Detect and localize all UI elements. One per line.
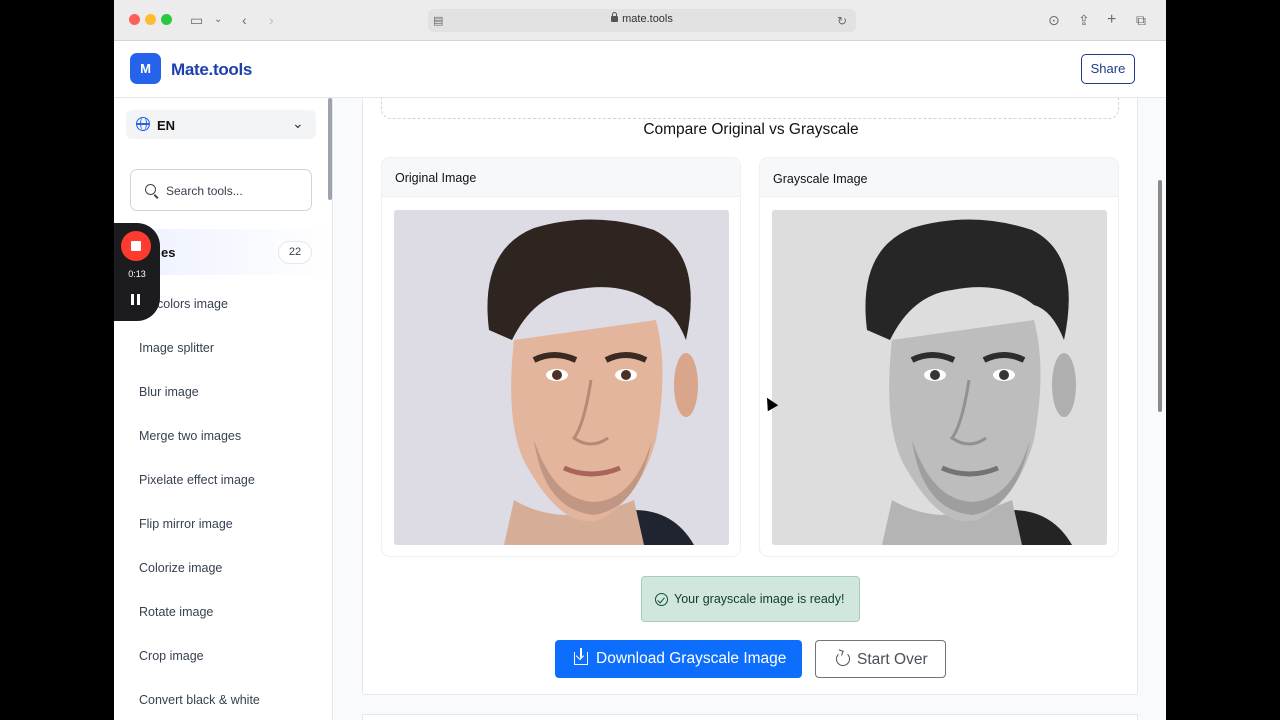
download-icon — [574, 648, 588, 665]
grayscale-image-panel: Grayscale Image — [759, 157, 1119, 557]
sidebar-category-header[interactable]: es 22 — [130, 229, 332, 275]
next-section-card — [362, 714, 1138, 720]
original-image-title: Original Image — [395, 171, 477, 185]
new-tab-icon[interactable]: + — [1107, 11, 1116, 29]
logo-icon[interactable]: M — [130, 53, 161, 84]
sidebar-item-pixelate[interactable]: Pixelate effect image — [139, 473, 255, 487]
share-button[interactable]: Share — [1081, 54, 1135, 84]
start-over-label: Start Over — [857, 651, 928, 668]
tool-card: Compare Original vs Grayscale Original I… — [362, 98, 1138, 695]
close-window-button[interactable] — [129, 14, 140, 25]
stop-recording-button[interactable] — [121, 231, 151, 261]
pause-icon[interactable] — [131, 294, 141, 305]
sidebar-item-merge-images[interactable]: Merge two images — [139, 429, 241, 443]
download-button[interactable]: Download Grayscale Image — [555, 640, 802, 678]
lock-icon — [611, 12, 619, 22]
recording-timer: 0:13 — [128, 269, 146, 279]
language-selector[interactable]: EN ⌄ — [126, 110, 316, 139]
grayscale-image-title: Grayscale Image — [773, 172, 868, 186]
main-scrollbar[interactable] — [1158, 180, 1162, 412]
url-text: mate.tools — [622, 13, 673, 25]
logo-text[interactable]: Mate.tools — [171, 60, 252, 80]
sidebar-item-crop[interactable]: Crop image — [139, 649, 204, 663]
globe-icon — [136, 117, 150, 131]
category-label: es — [161, 245, 176, 260]
site-header: M Mate.tools Share — [114, 41, 1166, 98]
start-over-button[interactable]: Start Over — [815, 640, 946, 678]
search-icon — [145, 184, 156, 195]
zoom-window-button[interactable] — [161, 14, 172, 25]
check-circle-icon — [655, 593, 668, 606]
sidebar-item-flip-mirror[interactable]: Flip mirror image — [139, 517, 233, 531]
success-alert: Your grayscale image is ready! — [641, 576, 860, 622]
sidebar-item-black-white[interactable]: Convert black & white — [139, 693, 260, 707]
search-placeholder: Search tools... — [166, 184, 243, 198]
grayscale-image — [772, 210, 1107, 545]
compare-title: Compare Original vs Grayscale — [643, 121, 859, 138]
screen-recorder-widget: 0:13 — [114, 223, 160, 321]
language-label: EN — [157, 118, 176, 133]
upload-dropzone[interactable] — [381, 98, 1119, 119]
share-icon[interactable]: ⇪ — [1078, 11, 1090, 29]
sidebar-item-blur-image[interactable]: Blur image — [139, 385, 199, 399]
minimize-window-button[interactable] — [145, 14, 156, 25]
original-image-panel: Original Image — [381, 157, 741, 557]
original-image — [394, 210, 729, 545]
portrait-grayscale — [772, 210, 1107, 545]
back-icon[interactable]: ‹ — [242, 11, 247, 29]
refresh-icon — [836, 652, 850, 666]
forward-icon[interactable]: › — [269, 11, 274, 29]
success-message: Your grayscale image is ready! — [674, 592, 845, 606]
portrait-color — [394, 210, 729, 545]
address-bar[interactable]: ▤ mate.tools ↻ — [428, 9, 856, 32]
chevron-down-icon: ⌄ — [292, 115, 304, 131]
sidebar-scrollbar[interactable] — [328, 98, 332, 200]
category-count-badge: 22 — [278, 241, 312, 264]
main-content: Compare Original vs Grayscale Original I… — [334, 98, 1166, 720]
search-input[interactable]: Search tools... — [130, 169, 312, 211]
sidebar-item-image-splitter[interactable]: Image splitter — [139, 341, 214, 355]
reload-icon[interactable]: ↻ — [837, 12, 847, 30]
tab-overview-icon[interactable]: ⧉ — [1136, 11, 1146, 29]
download-label: Download Grayscale Image — [596, 650, 787, 667]
sidebar-item-rotate[interactable]: Rotate image — [139, 605, 213, 619]
browser-toolbar: ▭ ⌄ ‹ › ▤ mate.tools ↻ ⊙ ⇪ + ⧉ — [114, 0, 1166, 41]
stop-icon — [131, 241, 141, 251]
chevron-down-icon[interactable]: ⌄ — [214, 11, 222, 29]
sidebar-toggle-icon[interactable]: ▭ — [190, 11, 203, 29]
sidebar: EN ⌄ Search tools... es 22 ert colors im… — [114, 98, 333, 720]
downloads-icon[interactable]: ⊙ — [1048, 11, 1060, 29]
sidebar-item-colorize[interactable]: Colorize image — [139, 561, 222, 575]
browser-window: ▭ ⌄ ‹ › ▤ mate.tools ↻ ⊙ ⇪ + ⧉ M Mate.to… — [114, 0, 1166, 720]
